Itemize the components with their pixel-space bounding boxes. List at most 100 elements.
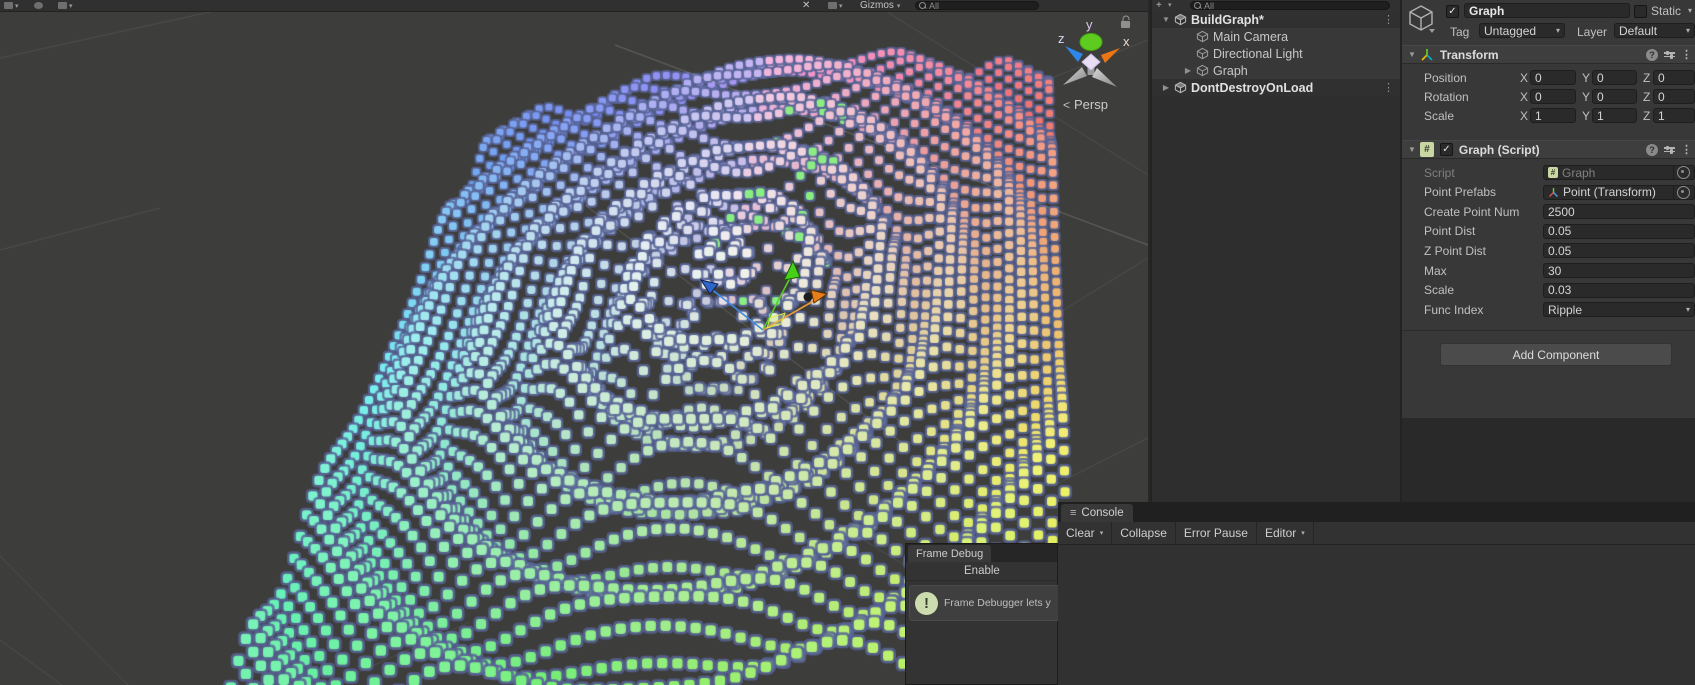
active-checkbox[interactable]: ✓: [1446, 5, 1459, 18]
transform-header[interactable]: ▼ Transform ? ⋮: [1402, 45, 1695, 64]
scene-search-input[interactable]: All: [915, 1, 1039, 11]
clear-button[interactable]: Clear ▾: [1058, 522, 1113, 544]
position-z-field[interactable]: 0: [1653, 70, 1695, 85]
axis-z-handle[interactable]: [1065, 46, 1083, 62]
object-picker-icon[interactable]: [1677, 185, 1690, 199]
lock-icon[interactable]: [1121, 15, 1130, 28]
gameobject-cube-icon: [1194, 47, 1210, 61]
draw-mode-icon[interactable]: ▾: [4, 0, 19, 11]
func-index-dropdown[interactable]: Ripple ▾: [1543, 302, 1695, 318]
foldout-arrow-icon[interactable]: ▼: [1408, 145, 1416, 154]
hierarchy-item-label: Directional Light: [1213, 46, 1303, 61]
rotation-x-field[interactable]: 0: [1530, 89, 1576, 104]
position-x-field[interactable]: 0: [1530, 70, 1576, 85]
tools-icon[interactable]: ✕: [802, 0, 810, 11]
object-name-field[interactable]: Graph: [1464, 3, 1630, 18]
move-plane-handle[interactable]: [766, 312, 786, 329]
camera-settings-icon[interactable]: ▾: [828, 0, 843, 11]
move-tool-gizmo[interactable]: [630, 200, 850, 350]
hierarchy-item-buildgraph[interactable]: ▼ BuildGraph* ⋮: [1152, 11, 1400, 28]
scale-z-field[interactable]: 1: [1653, 108, 1695, 123]
gameobject-cube-icon: [1194, 30, 1210, 44]
field-value: 1: [1535, 108, 1542, 123]
icon-caret[interactable]: [1429, 29, 1435, 33]
create-point-num-field[interactable]: 2500: [1543, 204, 1695, 220]
field-row-point-prefabs: Point Prefabs Point (Transform): [1402, 183, 1695, 202]
scale-field[interactable]: 0.03: [1543, 282, 1695, 298]
help-icon[interactable]: ?: [1646, 48, 1658, 61]
gizmos-dropdown[interactable]: Gizmos ▾: [860, 0, 900, 11]
scale-y-field[interactable]: 1: [1592, 108, 1637, 123]
point-dist-field[interactable]: 0.05: [1543, 223, 1695, 239]
error-pause-button[interactable]: Error Pause: [1176, 522, 1257, 544]
object-picker-icon[interactable]: [1677, 166, 1690, 179]
axis-y-handle[interactable]: [1079, 33, 1103, 51]
tag-dropdown[interactable]: Untagged ▾: [1479, 23, 1565, 38]
gizmos-label: Gizmos: [860, 0, 894, 11]
create-object-caret-icon[interactable]: ▾: [1168, 1, 1172, 9]
transform-title: Transform: [1439, 47, 1499, 62]
static-checkbox[interactable]: [1634, 5, 1647, 18]
static-caret-icon[interactable]: ▾: [1688, 6, 1692, 15]
console-icon: ≡: [1070, 507, 1077, 519]
tab-console[interactable]: ≡ Console: [1061, 504, 1133, 522]
orientation-gizmo[interactable]: y z x: [1042, 10, 1142, 106]
transform-asset-icon: [1548, 187, 1559, 198]
presets-icon[interactable]: [1664, 50, 1675, 58]
lighting-toggle-icon[interactable]: [34, 0, 45, 11]
scene-icon: [1172, 13, 1188, 27]
help-icon[interactable]: ?: [1646, 143, 1658, 156]
hierarchy-item-graph[interactable]: ▶ Graph: [1152, 62, 1400, 79]
kebab-menu-icon[interactable]: ⋮: [1681, 48, 1692, 61]
hierarchy-item-directional-light[interactable]: Directional Light: [1152, 45, 1400, 62]
hierarchy-search-input[interactable]: All: [1190, 1, 1390, 11]
create-object-button[interactable]: +: [1156, 0, 1162, 11]
field-row-create-point-num: Create Point Num 2500: [1402, 202, 1695, 221]
field-value: Point (Transform): [1563, 185, 1656, 200]
console-log-area[interactable]: [1058, 545, 1695, 685]
axis-neg-handle-left[interactable]: [1063, 67, 1087, 85]
tag-value: Untagged: [1484, 23, 1537, 38]
add-component-button[interactable]: Add Component: [1440, 343, 1672, 366]
rotation-z-field[interactable]: 0: [1653, 89, 1695, 104]
expand-arrow-icon[interactable]: ▶: [1182, 66, 1194, 75]
expand-arrow-icon[interactable]: ▶: [1160, 83, 1172, 92]
graph-script-header[interactable]: ▼ # ✓ Graph (Script) ? ⋮: [1402, 140, 1695, 159]
axis-z-label: Z: [1643, 89, 1651, 104]
editor-button[interactable]: Editor ▾: [1257, 522, 1314, 544]
max-field[interactable]: 30: [1543, 263, 1695, 278]
gizmo-cube[interactable]: [1081, 53, 1101, 71]
scene-options-kebab-icon[interactable]: ⋮: [1383, 81, 1394, 94]
presets-icon[interactable]: [1664, 145, 1675, 153]
enable-button[interactable]: Enable: [964, 565, 1000, 577]
expand-arrow-icon[interactable]: ▼: [1160, 15, 1172, 24]
kebab-menu-icon[interactable]: ⋮: [1681, 143, 1692, 156]
z-point-dist-field[interactable]: 0.05: [1543, 243, 1695, 259]
frame-debug-help-text: Frame Debugger lets y: [944, 597, 1051, 609]
audio-toggle-icon[interactable]: ▾: [58, 0, 73, 11]
rotation-y-field[interactable]: 0: [1592, 89, 1637, 104]
search-icon: [919, 2, 926, 9]
transform-row-scale: Scale X 1 Y 1 Z 1: [1402, 106, 1695, 125]
perspective-toggle[interactable]: < Persp: [1063, 97, 1108, 112]
move-handle-y-arrow[interactable]: [783, 259, 801, 281]
axis-x-handle[interactable]: [1101, 48, 1120, 63]
scale-x-field[interactable]: 1: [1530, 108, 1576, 123]
axis-neg-handle-right[interactable]: [1092, 68, 1117, 87]
field-label: Point Prefabs: [1424, 185, 1497, 200]
foldout-arrow-icon[interactable]: ▼: [1408, 50, 1416, 59]
hierarchy-item-main-camera[interactable]: Main Camera: [1152, 28, 1400, 45]
field-row-func-index: Func Index Ripple ▾: [1402, 300, 1695, 319]
point-prefabs-field[interactable]: Point (Transform): [1543, 184, 1695, 200]
scene-options-kebab-icon[interactable]: ⋮: [1383, 13, 1394, 26]
collapse-button[interactable]: Collapse: [1112, 522, 1176, 544]
axis-y-label: y: [1086, 17, 1093, 32]
layer-dropdown[interactable]: Default ▾: [1614, 23, 1695, 38]
component-enabled-checkbox[interactable]: ✓: [1439, 143, 1453, 156]
persp-chevron-icon: <: [1063, 97, 1071, 112]
tab-frame-debug[interactable]: Frame Debug: [908, 545, 992, 562]
hierarchy-item-dontdestroyonload[interactable]: ▶ DontDestroyOnLoad ⋮: [1152, 79, 1400, 96]
script-field[interactable]: # Graph: [1543, 165, 1695, 180]
move-handle-x-arrow[interactable]: [810, 289, 829, 304]
position-y-field[interactable]: 0: [1592, 70, 1637, 85]
